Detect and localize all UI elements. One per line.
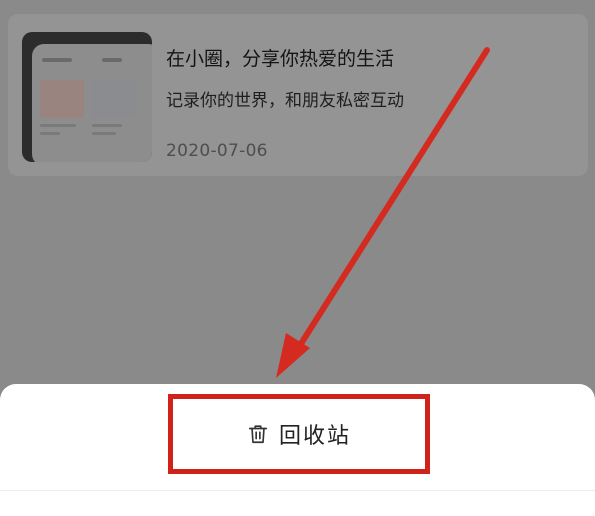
annotation-arrow: [276, 47, 490, 378]
